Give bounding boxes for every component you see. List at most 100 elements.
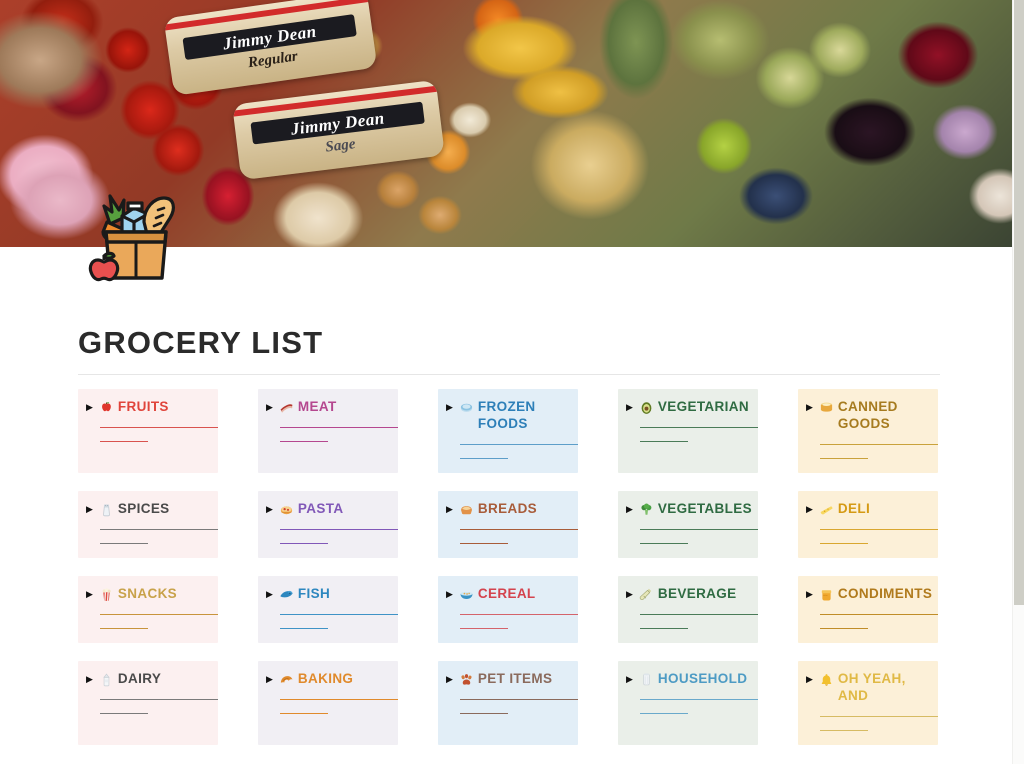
item-write-line[interactable] xyxy=(820,443,938,445)
expand-triangle-icon[interactable]: ▶ xyxy=(806,586,813,603)
item-write-line[interactable] xyxy=(820,627,868,629)
item-write-line[interactable] xyxy=(460,698,578,700)
expand-triangle-icon[interactable]: ▶ xyxy=(806,399,813,416)
item-write-line[interactable] xyxy=(280,427,398,428)
category-card[interactable]: ▶ SPICES xyxy=(78,490,218,558)
expand-triangle-icon[interactable]: ▶ xyxy=(446,671,453,688)
item-write-line[interactable] xyxy=(280,698,398,700)
expand-triangle-icon[interactable]: ▶ xyxy=(626,501,633,518)
item-write-line[interactable] xyxy=(100,528,218,530)
category-header: ▶ SPICES xyxy=(86,501,206,518)
expand-triangle-icon[interactable]: ▶ xyxy=(446,586,453,603)
category-label: SPICES xyxy=(117,500,170,516)
expand-triangle-icon[interactable]: ▶ xyxy=(806,671,813,688)
title-divider xyxy=(78,374,940,375)
item-write-line[interactable] xyxy=(820,457,868,459)
category-header: ▶ BEVERAGE xyxy=(626,586,746,603)
item-write-line[interactable] xyxy=(280,542,328,544)
item-write-line[interactable] xyxy=(640,427,758,428)
category-card[interactable]: ▶ FISH xyxy=(258,575,398,643)
scrollbar-thumb[interactable] xyxy=(1014,0,1024,605)
category-card[interactable]: ▶ MEAT xyxy=(258,389,398,473)
item-write-line[interactable] xyxy=(280,441,328,442)
category-card[interactable]: ▶ SNACKS xyxy=(78,575,218,643)
expand-triangle-icon[interactable]: ▶ xyxy=(626,586,633,603)
category-card[interactable]: ▶ DAIRY xyxy=(78,660,218,745)
category-header: ▶ FRUITS xyxy=(86,399,206,416)
expand-triangle-icon[interactable]: ▶ xyxy=(266,671,273,688)
category-card[interactable]: ▶ CEREAL xyxy=(438,575,578,643)
item-write-line[interactable] xyxy=(280,627,328,629)
category-card[interactable]: ▶ VEGETARIAN xyxy=(618,389,758,473)
item-write-line[interactable] xyxy=(100,427,218,428)
item-write-line[interactable] xyxy=(820,542,868,544)
item-write-line[interactable] xyxy=(640,613,758,615)
item-write-line[interactable] xyxy=(280,528,398,530)
category-header: ▶ CEREAL xyxy=(446,586,566,603)
item-write-line[interactable] xyxy=(820,729,868,731)
expand-triangle-icon[interactable]: ▶ xyxy=(446,399,453,416)
expand-triangle-icon[interactable]: ▶ xyxy=(626,671,633,688)
category-card[interactable]: ▶ PET ITEMS xyxy=(438,660,578,745)
category-card[interactable]: ▶ BEVERAGE xyxy=(618,575,758,643)
item-write-line[interactable] xyxy=(100,441,148,442)
bell-icon xyxy=(819,672,834,687)
expand-triangle-icon[interactable]: ▶ xyxy=(86,501,93,518)
item-write-line[interactable] xyxy=(640,627,688,629)
item-write-line[interactable] xyxy=(460,542,508,544)
item-write-line[interactable] xyxy=(280,712,328,714)
page-title: GROCERY LIST xyxy=(78,325,324,360)
category-card[interactable]: ▶ DELI xyxy=(798,490,938,558)
item-write-line[interactable] xyxy=(460,457,508,459)
expand-triangle-icon[interactable]: ▶ xyxy=(626,399,633,416)
ice-icon xyxy=(459,400,474,415)
category-card[interactable]: ▶ CONDIMENTS xyxy=(798,575,938,643)
item-write-line[interactable] xyxy=(640,528,758,530)
category-label: SNACKS xyxy=(117,585,178,601)
category-card[interactable]: ▶ FROZEN FOODS xyxy=(438,389,578,473)
avocado-icon xyxy=(639,400,654,415)
category-card[interactable]: ▶ FRUITS xyxy=(78,389,218,473)
bottle-icon xyxy=(639,587,654,602)
category-card[interactable]: ▶ BREADS xyxy=(438,490,578,558)
item-write-line[interactable] xyxy=(460,627,508,629)
category-card[interactable]: ▶ VEGETABLES xyxy=(618,490,758,558)
item-write-line[interactable] xyxy=(100,712,148,714)
expand-triangle-icon[interactable]: ▶ xyxy=(266,586,273,603)
expand-triangle-icon[interactable]: ▶ xyxy=(86,586,93,603)
item-write-line[interactable] xyxy=(820,528,938,530)
apple-icon xyxy=(99,400,114,415)
expand-triangle-icon[interactable]: ▶ xyxy=(86,399,93,416)
category-card[interactable]: ▶ PASTA xyxy=(258,490,398,558)
category-card[interactable]: ▶ OH YEAH, AND xyxy=(798,660,938,745)
expand-triangle-icon[interactable]: ▶ xyxy=(86,671,93,688)
item-write-line[interactable] xyxy=(100,542,148,544)
category-label: HOUSEHOLD xyxy=(657,670,748,686)
expand-triangle-icon[interactable]: ▶ xyxy=(446,501,453,518)
expand-triangle-icon[interactable]: ▶ xyxy=(266,501,273,518)
item-write-line[interactable] xyxy=(640,542,688,544)
item-write-line[interactable] xyxy=(100,627,148,629)
item-write-line[interactable] xyxy=(460,613,578,615)
item-write-line[interactable] xyxy=(640,698,758,700)
item-write-line[interactable] xyxy=(820,613,938,615)
expand-triangle-icon[interactable]: ▶ xyxy=(806,501,813,518)
item-write-line[interactable] xyxy=(460,443,578,445)
item-write-line[interactable] xyxy=(280,613,398,615)
grocery-bag-logo xyxy=(88,186,180,282)
item-write-line[interactable] xyxy=(100,698,218,700)
category-label: CANNED GOODS xyxy=(837,399,898,431)
item-write-line[interactable] xyxy=(640,712,688,714)
category-card[interactable]: ▶ CANNED GOODS xyxy=(798,389,938,473)
item-write-line[interactable] xyxy=(100,613,218,615)
item-write-line[interactable] xyxy=(460,712,508,714)
item-write-line[interactable] xyxy=(820,715,938,717)
expand-triangle-icon[interactable]: ▶ xyxy=(266,399,273,416)
category-header: ▶ MEAT xyxy=(266,399,386,416)
cheese-icon xyxy=(819,502,834,517)
item-write-line[interactable] xyxy=(460,528,578,530)
category-card[interactable]: ▶ BAKING xyxy=(258,660,398,745)
item-write-line[interactable] xyxy=(640,441,688,442)
category-card[interactable]: ▶ HOUSEHOLD xyxy=(618,660,758,745)
vertical-scrollbar[interactable] xyxy=(1012,0,1024,764)
